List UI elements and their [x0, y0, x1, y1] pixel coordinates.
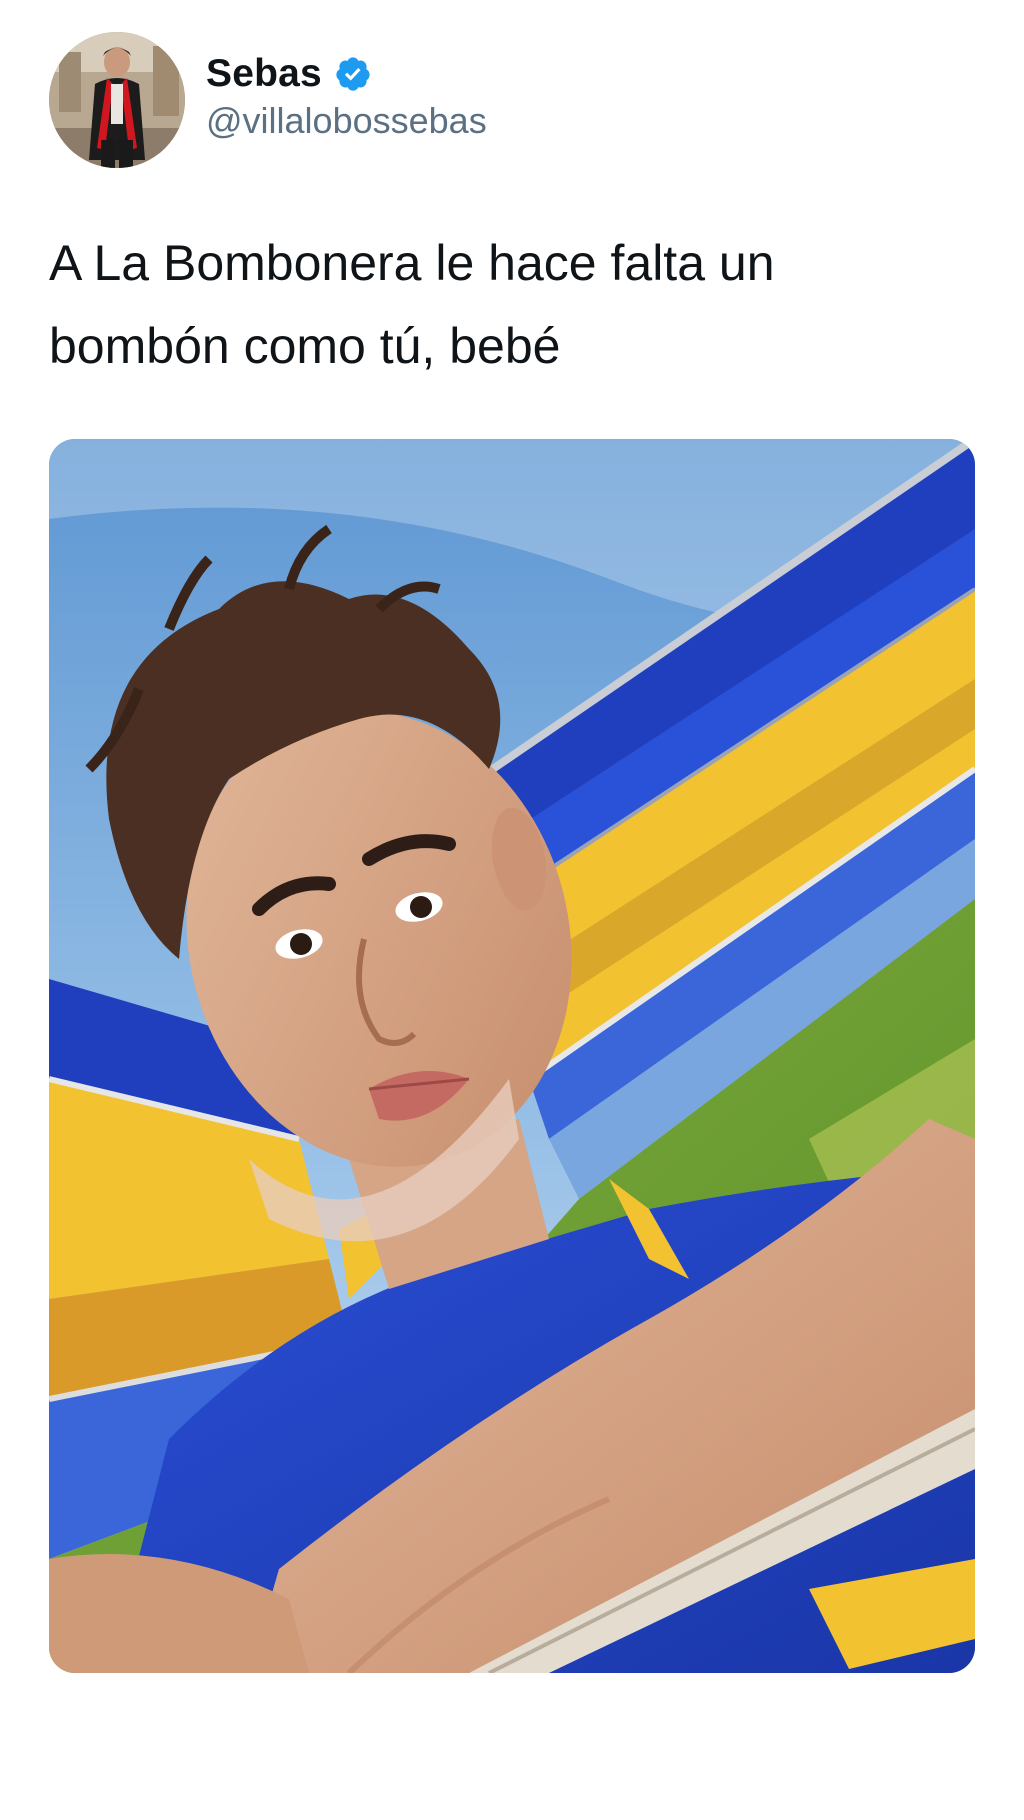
author-avatar[interactable] [49, 32, 185, 168]
author-display-name[interactable]: Sebas [206, 52, 322, 96]
tweet-card: Sebas @villalobossebas A La Bombonera le… [0, 0, 1024, 1820]
selfie-photo-image [49, 439, 975, 1673]
author-handle[interactable]: @villalobossebas [206, 100, 487, 142]
author-name-row: Sebas [206, 48, 372, 100]
tweet-photo[interactable] [49, 439, 975, 1673]
tweet-text: A La Bombonera le hace falta un bombón c… [49, 235, 775, 374]
verified-badge-icon [334, 55, 372, 93]
avatar-image [49, 32, 185, 168]
